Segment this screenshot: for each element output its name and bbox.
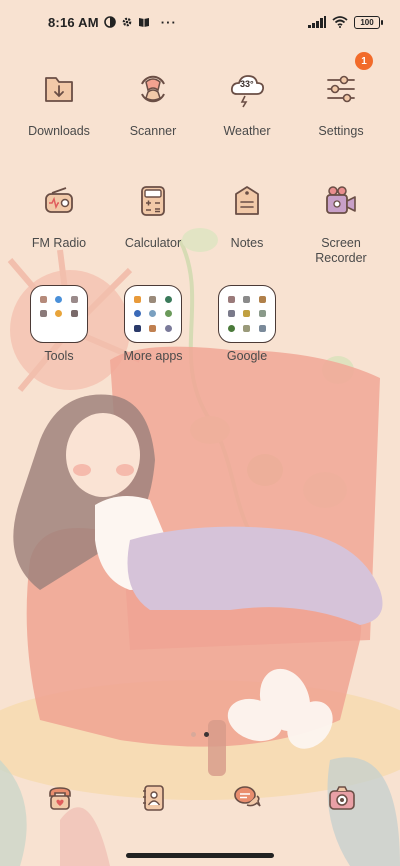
app-scanner[interactable]: Scanner	[105, 60, 201, 139]
signal-icon	[308, 16, 326, 28]
app-downloads[interactable]: Downloads	[11, 60, 107, 139]
page-dot-active	[204, 732, 209, 737]
weather-temperature: 33°	[240, 79, 254, 89]
app-weather[interactable]: 33° Weather	[199, 60, 295, 139]
app-label: Weather	[223, 124, 271, 138]
focus-mode-icon	[103, 16, 116, 28]
dock-contacts[interactable]	[135, 780, 171, 816]
messages-icon	[234, 786, 261, 807]
folder-label: Google	[226, 349, 268, 363]
folder-google[interactable]: Google	[199, 285, 295, 364]
status-bar: 8:16 AM ··· 100	[0, 0, 400, 44]
folder-label: Tools	[44, 349, 74, 363]
weather-cloud-icon: 33°	[218, 60, 276, 118]
folder-download-icon	[30, 60, 88, 118]
folder-tools[interactable]: Tools	[11, 285, 107, 364]
app-label: Downloads	[28, 124, 90, 138]
page-dot	[191, 732, 196, 737]
camera-recorder-icon	[312, 172, 370, 230]
app-label: FM Radio	[31, 236, 87, 250]
wifi-icon	[332, 16, 348, 28]
folder-label: More apps	[123, 349, 183, 363]
app-label: Screen Recorder	[315, 236, 367, 265]
app-label: Scanner	[129, 124, 177, 138]
contacts-icon	[143, 785, 164, 811]
camera-icon	[329, 786, 355, 810]
more-notifications-icon: ···	[160, 14, 177, 30]
radio-icon	[30, 172, 88, 230]
app-label: Calculator	[124, 236, 182, 250]
dock-phone[interactable]	[42, 780, 78, 816]
app-label: Settings	[318, 124, 364, 138]
dock-messages[interactable]	[229, 780, 265, 816]
scanner-icon	[124, 60, 182, 118]
app-notes[interactable]: Notes	[199, 172, 295, 251]
folder-icon-grid	[30, 285, 88, 343]
app-screen-recorder[interactable]: Screen Recorder	[293, 172, 389, 266]
dock	[0, 780, 400, 816]
status-time: 8:16 AM	[48, 14, 99, 30]
book-icon	[138, 18, 149, 27]
phone-icon	[49, 787, 71, 810]
home-gesture-bar[interactable]	[126, 853, 274, 858]
calculator-icon	[124, 172, 182, 230]
app-calculator[interactable]: Calculator	[105, 172, 201, 251]
page-indicator[interactable]	[0, 732, 400, 737]
gear-icon	[122, 17, 132, 27]
folder-icon-grid	[124, 285, 182, 343]
app-fm-radio[interactable]: FM Radio	[11, 172, 107, 251]
notification-badge: 1	[355, 52, 373, 70]
battery-indicator: 100	[354, 15, 383, 29]
app-settings[interactable]: Settings 1	[293, 52, 389, 139]
app-label: Notes	[230, 236, 264, 250]
notes-icon	[218, 172, 276, 230]
dock-camera[interactable]	[324, 780, 360, 816]
folder-icon-grid	[218, 285, 276, 343]
folder-more-apps[interactable]: More apps	[105, 285, 201, 364]
